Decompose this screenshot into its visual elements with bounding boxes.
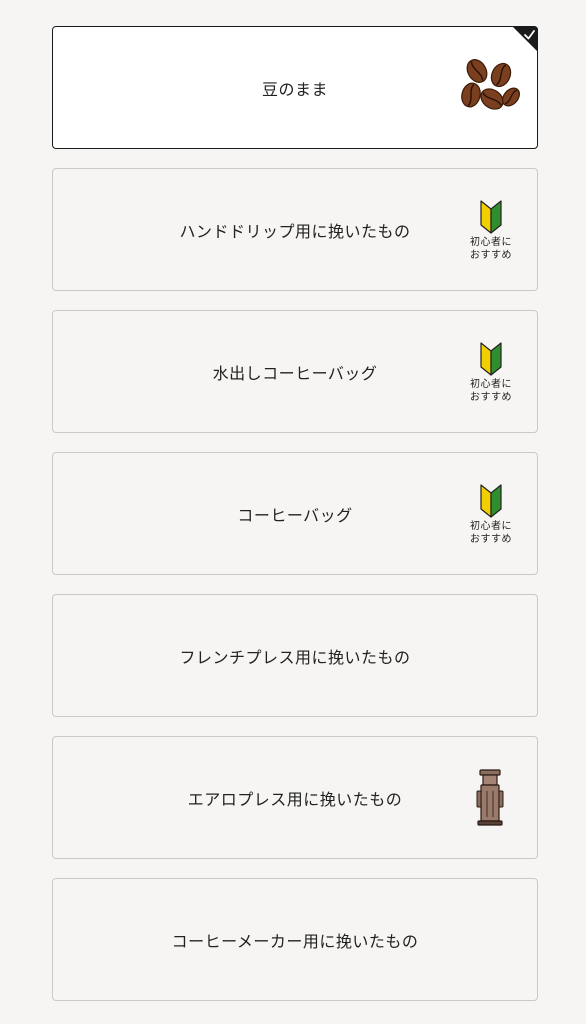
option-aeropress[interactable]: エアロプレス用に挽いたもの <box>52 736 538 859</box>
badge-line: おすすめ <box>470 250 512 261</box>
aeropress-icon <box>475 769 505 833</box>
beginner-mark-icon <box>480 484 502 518</box>
badge-line: おすすめ <box>470 534 512 545</box>
option-french-press[interactable]: フレンチプレス用に挽いたもの <box>52 594 538 717</box>
option-hand-drip[interactable]: ハンドドリップ用に挽いたもの 初心者に おすすめ <box>52 168 538 291</box>
beginner-mark-icon <box>480 342 502 376</box>
option-label: コーヒーメーカー用に挽いたもの <box>171 931 419 951</box>
badge-line: 初心者に <box>470 379 512 390</box>
option-coffee-bag[interactable]: コーヒーバッグ 初心者に おすすめ <box>52 452 538 575</box>
option-whole-bean[interactable]: 豆のまま <box>52 26 538 149</box>
badge-line: おすすめ <box>470 392 512 403</box>
beginner-badge: 初心者に おすすめ <box>465 483 517 546</box>
option-cold-brew-bag[interactable]: 水出しコーヒーバッグ 初心者に おすすめ <box>52 310 538 433</box>
beginner-mark-icon <box>480 200 502 234</box>
option-label: フレンチプレス用に挽いたもの <box>179 647 411 667</box>
option-label: エアロプレス用に挽いたもの <box>187 789 403 809</box>
beginner-badge: 初心者に おすすめ <box>465 341 517 404</box>
badge-line: 初心者に <box>470 237 512 248</box>
option-coffee-maker[interactable]: コーヒーメーカー用に挽いたもの <box>52 878 538 1001</box>
beginner-badge: 初心者に おすすめ <box>465 199 517 262</box>
selected-check-icon <box>512 26 538 52</box>
badge-line: 初心者に <box>470 521 512 532</box>
grind-options-list: 豆のまま ハンドドリップ用に挽いたもの 初心者に おすすめ 水出しコーヒーバッグ… <box>52 26 538 1020</box>
coffee-beans-icon <box>459 55 521 121</box>
